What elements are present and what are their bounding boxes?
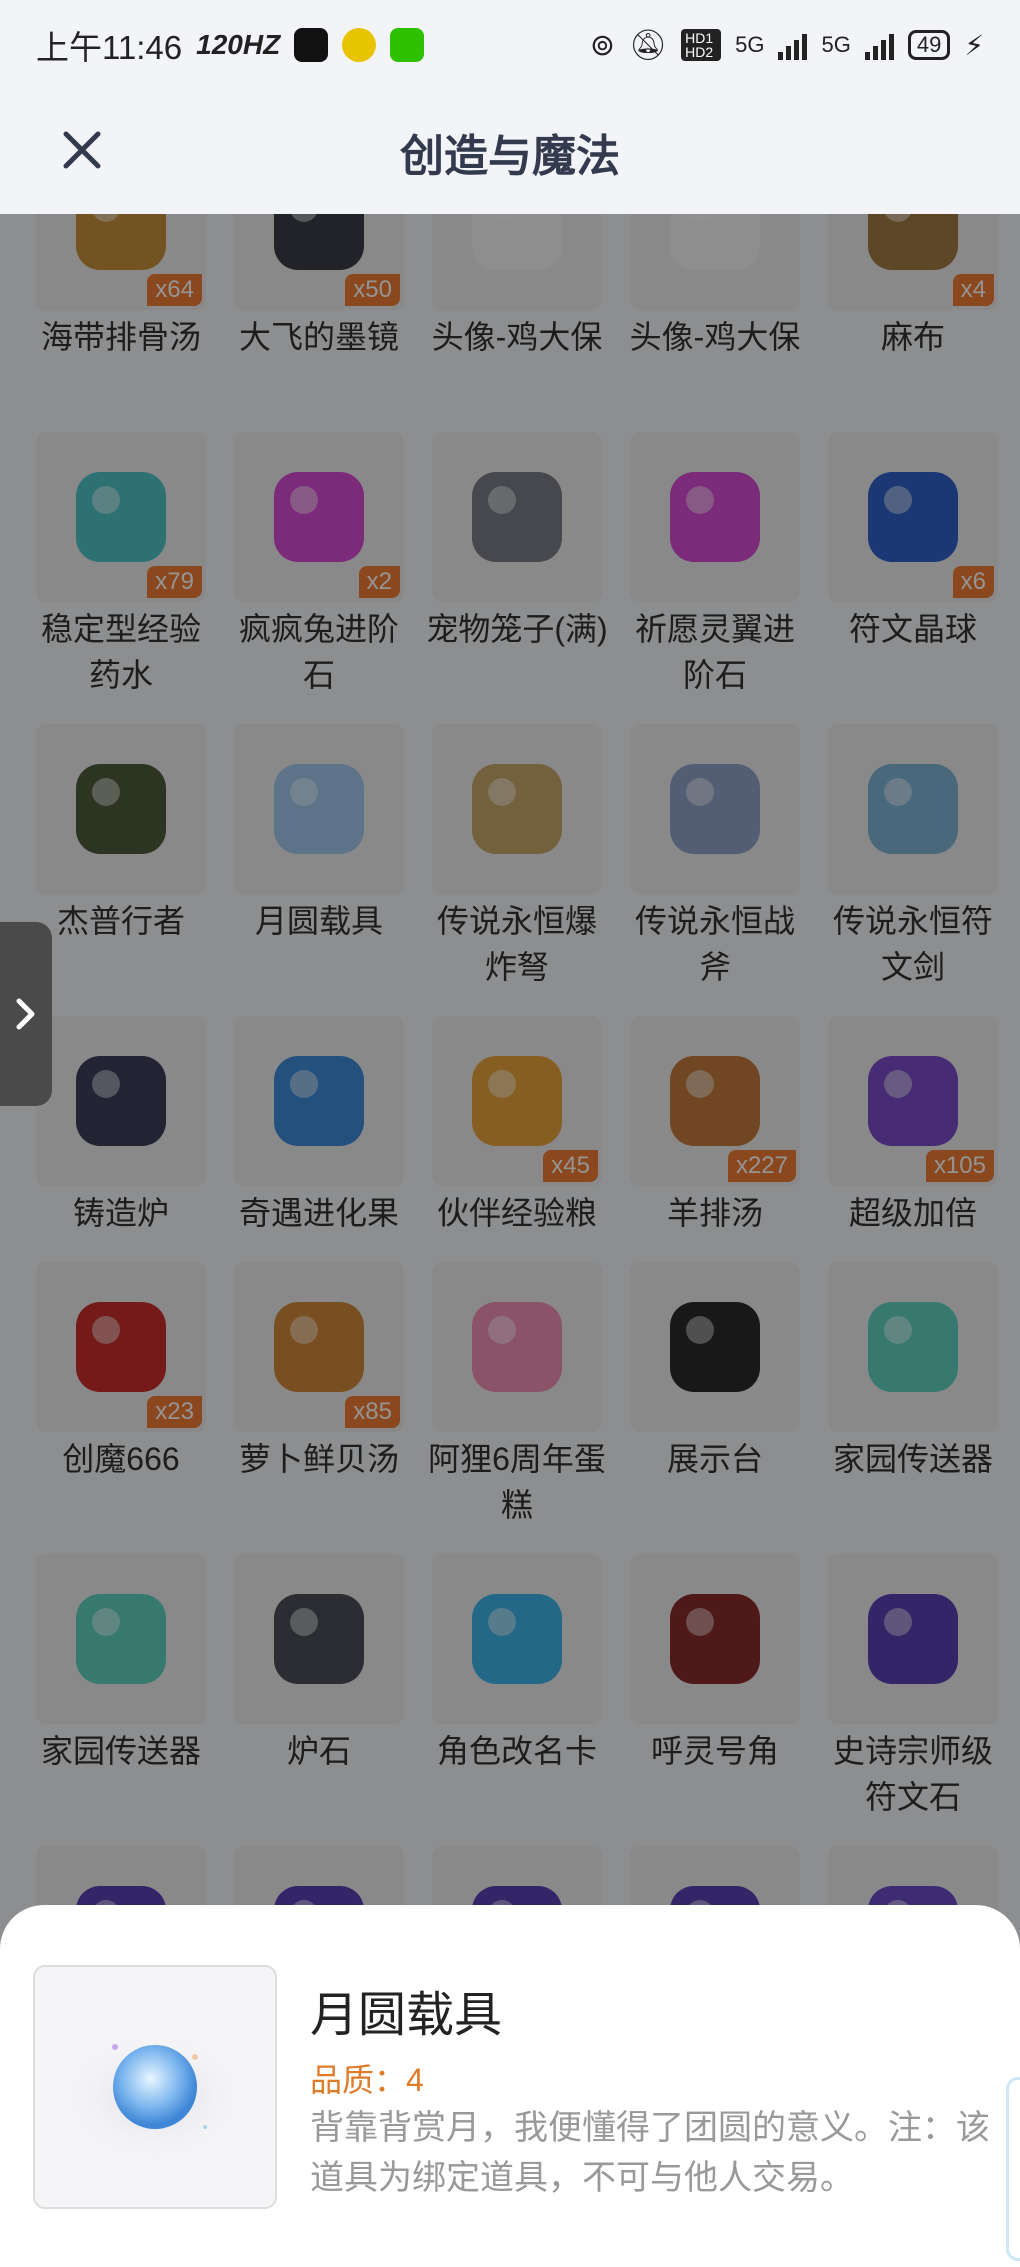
item-detail-sheet: 月圆载具 品质：4 背靠背赏月，我便懂得了团圆的意义。注：该道具为绑定道具，不可… — [0, 1905, 1020, 2267]
charging-icon: ⚡ — [964, 29, 984, 61]
tiktok-icon — [294, 28, 329, 62]
signal-icon — [778, 30, 808, 60]
detail-item-image — [33, 1965, 277, 2209]
detail-item-name: 月圆载具 — [310, 1989, 503, 2042]
refresh-rate: 120HZ — [196, 29, 281, 60]
battery-level: 49 — [907, 30, 951, 60]
status-bar: 上午11:46 120HZ ⊚ 🔕︎ HD1 HD2 5G 5G 49 ⚡ — [0, 0, 1020, 90]
mute-icon: 🔕︎ — [629, 28, 668, 62]
side-expand-tab[interactable] — [0, 922, 52, 1106]
wechat-icon — [390, 28, 425, 62]
app-icon — [342, 28, 377, 62]
next-item-hint[interactable] — [1006, 2077, 1020, 2261]
page-header: 创造与魔法 — [0, 90, 1020, 214]
chevron-right-icon — [16, 998, 35, 1030]
page-title: 创造与魔法 — [400, 132, 620, 181]
detail-item-quality: 品质：4 — [310, 2062, 424, 2098]
network-label-1: 5G — [735, 32, 765, 57]
moon-vehicle-icon — [60, 2027, 250, 2167]
network-label-2: 5G — [821, 32, 851, 57]
detail-item-description: 背靠背赏月，我便懂得了团圆的意义。注：该道具为绑定道具，不可与他人交易。 — [310, 2109, 990, 2197]
signal-icon — [864, 30, 894, 60]
status-time: 上午11:46 — [36, 29, 183, 66]
hd-icon: HD1 HD2 — [681, 29, 722, 61]
hotspot-icon: ⊚ — [589, 28, 616, 62]
